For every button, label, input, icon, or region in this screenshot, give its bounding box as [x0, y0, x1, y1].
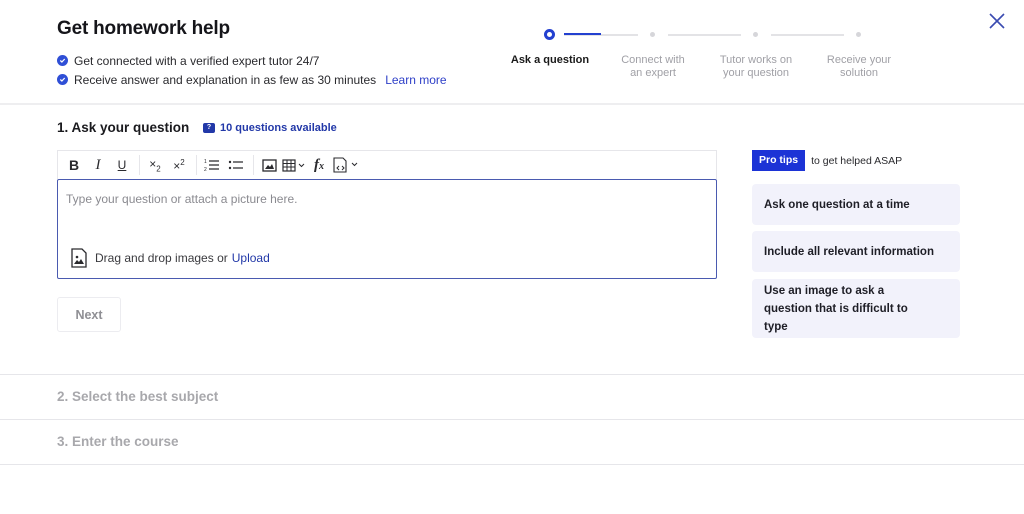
pro-tips-subtitle: to get helped ASAP — [811, 154, 903, 167]
numbered-list-button[interactable]: 12 — [201, 154, 223, 176]
bold-button[interactable]: B — [63, 154, 85, 176]
step-3-label: Tutor works on your question — [708, 54, 804, 80]
step-2-label-line2: an expert — [630, 67, 676, 79]
step-connector — [668, 34, 741, 36]
pro-tips-badge: Pro tips — [752, 150, 806, 171]
underline-button[interactable]: U — [111, 154, 133, 176]
editor-toolbar: B I U ×2 ×2 12 fx — [57, 150, 717, 179]
step-1-indicator — [544, 29, 555, 40]
step-progress-bar — [564, 33, 601, 35]
benefit-text: Get connected with a verified expert tut… — [74, 53, 320, 68]
bold-icon: B — [68, 157, 80, 173]
toolbar-divider — [253, 155, 254, 175]
check-circle-icon — [57, 74, 68, 85]
code-snippet-button[interactable] — [332, 154, 360, 176]
tip-card: Use an image to ask a question that is d… — [752, 279, 960, 338]
toolbar-divider — [139, 155, 140, 175]
underline-icon: U — [117, 158, 127, 172]
progress-stepper: Ask a question Connect with an expert Tu… — [500, 26, 920, 86]
benefits-list: Get connected with a verified expert tut… — [57, 51, 447, 89]
section-ask-question-title: 1. Ask your question — [57, 120, 190, 135]
check-circle-icon — [57, 55, 68, 66]
superscript-button[interactable]: ×2 — [168, 154, 190, 176]
section-enter-course[interactable]: 3. Enter the course — [57, 434, 179, 449]
upload-link[interactable]: Upload — [232, 251, 270, 265]
step-2-label: Connect with an expert — [608, 54, 698, 80]
benefit-text: Receive answer and explanation in as few… — [74, 72, 377, 87]
step-3-label-line2: your question — [722, 67, 790, 79]
section-divider — [0, 374, 1024, 375]
step-4-label: Receive your solution — [814, 54, 904, 80]
questions-available-text: 10 questions available — [220, 122, 337, 134]
benefit-item: Receive answer and explanation in as few… — [57, 70, 447, 89]
pro-tips-header: Pro tips to get helped ASAP — [752, 150, 902, 171]
insert-table-button[interactable] — [282, 154, 306, 176]
numbered-list-icon: 12 — [204, 159, 219, 172]
formula-icon: fx — [314, 156, 324, 173]
page-title: Get homework help — [57, 18, 230, 39]
step-4-label-line1: Receive your — [826, 54, 892, 66]
tip-card: Ask one question at a time — [752, 184, 960, 225]
question-placeholder: Type your question or attach a picture h… — [66, 192, 298, 206]
page-header: Get homework help Get connected with a v… — [0, 0, 1024, 105]
next-button[interactable]: Next — [57, 297, 121, 332]
drag-drop-text: Drag and drop images or — [95, 251, 228, 265]
image-icon — [261, 158, 277, 172]
benefit-item: Get connected with a verified expert tut… — [57, 51, 447, 70]
code-snippet-icon — [333, 157, 358, 173]
step-2-indicator — [650, 32, 655, 37]
superscript-icon: ×2 — [173, 157, 185, 173]
italic-button[interactable]: I — [87, 154, 109, 176]
step-3-indicator — [753, 32, 758, 37]
close-icon — [989, 13, 1005, 29]
subscript-button[interactable]: ×2 — [144, 154, 166, 176]
question-bubble-icon: ? — [203, 123, 215, 133]
svg-text:2: 2 — [204, 167, 207, 172]
tip-card: Include all relevant information — [752, 231, 960, 272]
section-divider — [0, 464, 1024, 465]
italic-icon: I — [95, 156, 101, 173]
step-3-label-line1: Tutor works on — [719, 54, 793, 66]
questions-available-badge: ? 10 questions available — [203, 122, 337, 134]
bullet-list-button[interactable] — [225, 154, 247, 176]
question-input[interactable]: Type your question or attach a picture h… — [57, 179, 717, 279]
step-4-label-line2: solution — [840, 67, 878, 79]
image-file-icon — [71, 248, 87, 268]
table-icon — [282, 158, 305, 172]
learn-more-link[interactable]: Learn more — [385, 73, 446, 87]
bullet-list-icon — [228, 160, 243, 170]
svg-text:1: 1 — [204, 159, 207, 165]
step-connector — [771, 34, 844, 36]
drag-drop-area[interactable]: Drag and drop images or Upload — [71, 248, 270, 268]
subscript-icon: ×2 — [149, 156, 161, 174]
step-2-label-line1: Connect with — [621, 54, 685, 66]
toolbar-divider — [196, 155, 197, 175]
section-select-subject[interactable]: 2. Select the best subject — [57, 389, 218, 404]
step-1-label: Ask a question — [510, 54, 590, 66]
step-4-indicator — [856, 32, 861, 37]
formula-button[interactable]: fx — [308, 154, 330, 176]
insert-image-button[interactable] — [258, 154, 280, 176]
question-editor: B I U ×2 ×2 12 fx Type your question or … — [57, 150, 717, 279]
section-divider — [0, 419, 1024, 420]
close-button[interactable] — [988, 12, 1006, 30]
